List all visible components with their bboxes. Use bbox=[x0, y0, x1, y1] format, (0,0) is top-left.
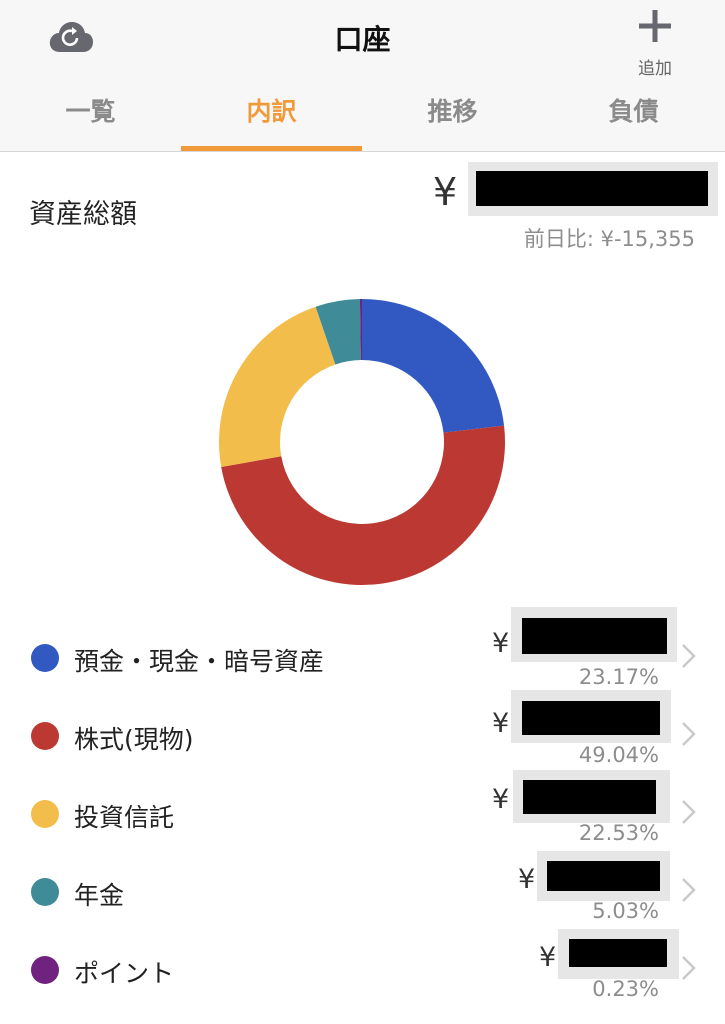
amount-redacted bbox=[569, 939, 667, 967]
chevron-right-icon bbox=[682, 722, 696, 746]
category-row-stock[interactable]: 株式(現物) ¥ 49.04% bbox=[0, 690, 725, 776]
legend-dot-deposit bbox=[31, 644, 59, 672]
donut-slice-1 bbox=[362, 299, 505, 433]
category-row-fund[interactable]: 投資信託 ¥ 22.53% bbox=[0, 770, 725, 854]
plus-icon bbox=[639, 10, 671, 42]
chevron-right-icon bbox=[682, 878, 696, 902]
chevron-right-icon bbox=[682, 800, 696, 824]
chevron-right-icon bbox=[682, 956, 696, 980]
category-row-pension[interactable]: 年金 ¥ 5.03% bbox=[0, 851, 725, 932]
app-header: 口座 追加 一覧 内訳 推移 負債 bbox=[0, 0, 725, 152]
add-button-label: 追加 bbox=[638, 59, 672, 79]
tab-liabilities[interactable]: 負債 bbox=[543, 92, 724, 150]
currency-symbol: ¥ bbox=[492, 784, 510, 815]
currency-symbol: ¥ bbox=[539, 942, 557, 973]
tab-trend[interactable]: 推移 bbox=[362, 92, 543, 150]
asset-breakdown-donut-chart bbox=[219, 299, 506, 586]
total-assets-label: 資産総額 bbox=[29, 199, 137, 230]
donut-slice-3 bbox=[219, 306, 336, 467]
category-percent: 49.04% bbox=[578, 743, 659, 767]
category-name: ポイント bbox=[74, 959, 175, 988]
amount-redacted bbox=[522, 701, 660, 735]
currency-symbol: ¥ bbox=[492, 708, 510, 739]
category-percent: 0.23% bbox=[592, 977, 659, 1001]
category-row-deposit[interactable]: 預金・現金・暗号資産 ¥ 23.17% bbox=[0, 607, 725, 698]
legend-dot-stock bbox=[31, 722, 59, 750]
total-amount-redacted bbox=[476, 171, 708, 206]
amount-redacted bbox=[522, 618, 667, 654]
currency-symbol: ¥ bbox=[492, 628, 510, 659]
category-name: 株式(現物) bbox=[74, 725, 194, 754]
page-title: 口座 bbox=[334, 23, 391, 56]
currency-symbol: ¥ bbox=[518, 864, 536, 895]
amount-redacted bbox=[523, 780, 656, 814]
header-divider bbox=[0, 151, 725, 152]
total-currency-symbol: ¥ bbox=[433, 170, 458, 214]
category-name: 投資信託 bbox=[74, 803, 175, 832]
legend-dot-pension bbox=[31, 878, 59, 906]
add-account-button[interactable]: 追加 bbox=[628, 4, 682, 79]
category-percent: 23.17% bbox=[578, 665, 659, 689]
category-percent: 5.03% bbox=[592, 899, 659, 923]
day-change-text: 前日比: ¥-15,355 bbox=[523, 227, 695, 251]
category-name: 預金・現金・暗号資産 bbox=[74, 647, 325, 676]
tab-list[interactable]: 一覧 bbox=[0, 92, 181, 150]
category-percent: 22.53% bbox=[578, 821, 659, 845]
tab-bar: 一覧 内訳 推移 負債 bbox=[0, 92, 725, 152]
tab-breakdown[interactable]: 内訳 bbox=[181, 92, 362, 150]
legend-dot-point bbox=[31, 956, 59, 984]
legend-dot-fund bbox=[31, 800, 59, 828]
chevron-right-icon bbox=[682, 644, 696, 668]
category-row-point[interactable]: ポイント ¥ 0.23% bbox=[0, 929, 725, 1010]
amount-redacted bbox=[547, 861, 660, 891]
category-name: 年金 bbox=[74, 881, 125, 910]
